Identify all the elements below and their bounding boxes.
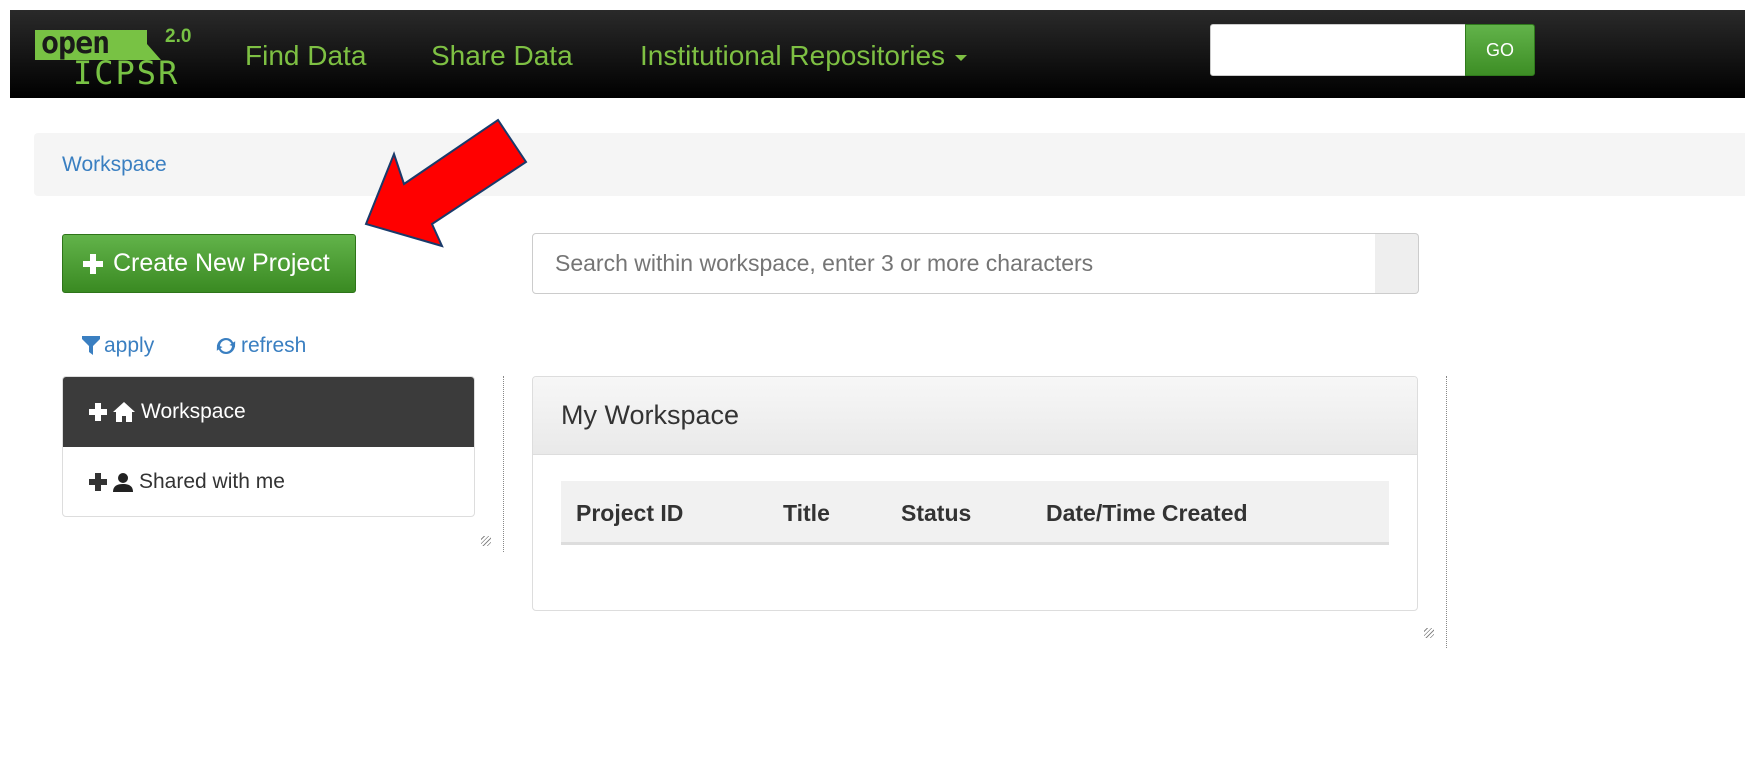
apply-label: apply xyxy=(104,334,155,357)
resize-grip-icon[interactable] xyxy=(1424,628,1434,638)
workspace-search-button[interactable] xyxy=(1375,233,1419,294)
column-status[interactable]: Status xyxy=(901,500,971,527)
plus-icon xyxy=(83,253,103,274)
nav-institutional-repositories-label: Institutional Repositories xyxy=(640,40,946,71)
user-icon xyxy=(113,473,133,492)
go-button[interactable]: GO xyxy=(1465,24,1535,76)
tree-item-workspace[interactable]: Workspace xyxy=(63,377,474,447)
column-date-time-created[interactable]: Date/Time Created xyxy=(1046,500,1248,527)
resize-divider-right[interactable] xyxy=(1446,376,1447,648)
resize-divider-left[interactable] xyxy=(503,376,504,552)
refresh-label: refresh xyxy=(241,334,307,357)
my-workspace-panel: My Workspace Project ID Title Status Dat… xyxy=(532,376,1418,611)
top-navbar: open 2.0 ICPSR Find Data Share Data Inst… xyxy=(10,10,1745,98)
refresh-icon xyxy=(216,337,236,355)
resize-grip-icon[interactable] xyxy=(481,536,491,546)
logo-icpsr-text: ICPSR xyxy=(73,54,180,92)
logo-version: 2.0 xyxy=(165,26,192,47)
column-project-id[interactable]: Project ID xyxy=(576,500,683,527)
tree-item-shared-with-me[interactable]: Shared with me xyxy=(63,447,474,516)
expand-plus-icon[interactable] xyxy=(89,473,107,491)
tree-item-label: Shared with me xyxy=(139,470,285,493)
breadcrumb: Workspace xyxy=(34,133,1745,196)
open-icpsr-logo[interactable]: open 2.0 ICPSR xyxy=(35,26,220,92)
expand-plus-icon[interactable] xyxy=(89,403,107,421)
table-header: Project ID Title Status Date/Time Create… xyxy=(561,481,1389,545)
filter-icon xyxy=(82,336,100,355)
workspace-tree: Workspace Shared with me xyxy=(62,376,475,517)
nav-institutional-repositories[interactable]: Institutional Repositories xyxy=(640,40,968,72)
breadcrumb-workspace[interactable]: Workspace xyxy=(62,153,167,177)
workspace-search-input[interactable] xyxy=(532,233,1376,294)
create-new-project-label: Create New Project xyxy=(113,249,330,277)
home-icon xyxy=(113,402,135,422)
nav-share-data[interactable]: Share Data xyxy=(431,40,573,72)
create-new-project-button[interactable]: Create New Project xyxy=(62,234,356,293)
column-title[interactable]: Title xyxy=(783,500,830,527)
apply-link[interactable]: apply xyxy=(82,334,154,358)
nav-find-data[interactable]: Find Data xyxy=(245,40,366,72)
annotation-arrow-icon xyxy=(364,118,528,248)
top-search-input[interactable] xyxy=(1210,24,1466,76)
panel-title: My Workspace xyxy=(533,377,1417,455)
caret-down-icon xyxy=(955,54,968,61)
tree-item-label: Workspace xyxy=(141,400,246,423)
refresh-link[interactable]: refresh xyxy=(215,334,306,358)
